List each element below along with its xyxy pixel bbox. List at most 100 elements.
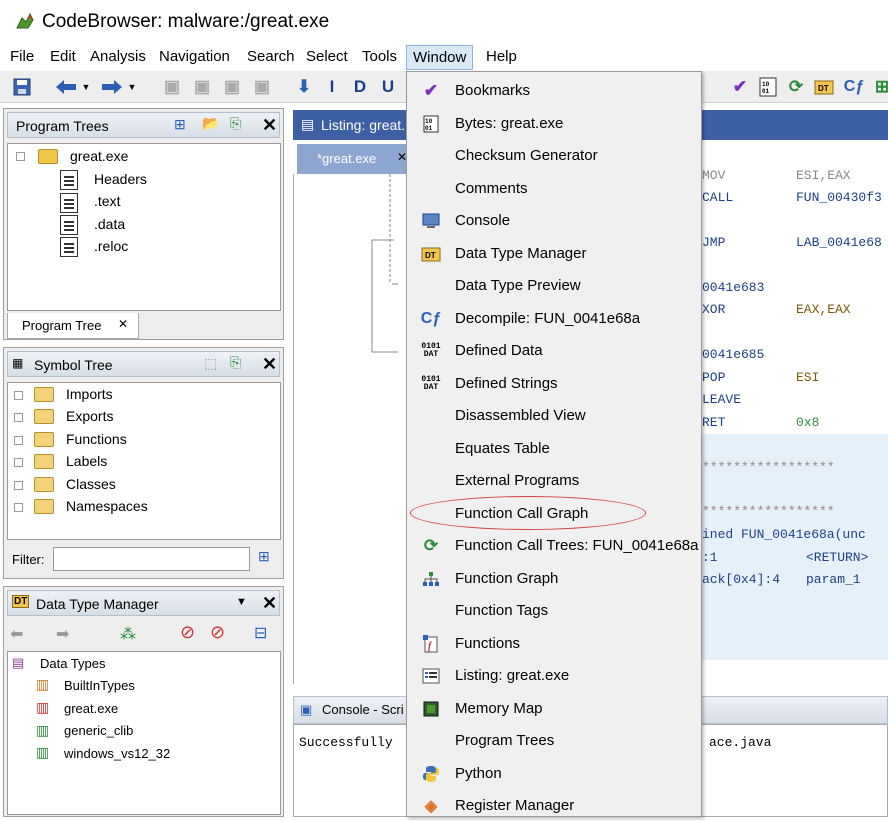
- menu-item-bytes[interactable]: 10 01 Bytes: great.exe: [407, 107, 701, 139]
- tab-great-exe[interactable]: *great.exe ✕: [297, 144, 409, 174]
- listing-line-6[interactable]: LEAVE: [702, 392, 741, 407]
- data-types-root[interactable]: Data Types: [40, 656, 106, 671]
- listing-line-4-operand[interactable]: EAX,EAX: [796, 302, 851, 317]
- collapse-toggle-icon[interactable]: [16, 152, 25, 161]
- menu-item-disassembled-view[interactable]: Disassembled View: [407, 399, 701, 431]
- menu-item-decompile[interactable]: Cƒ Decompile: FUN_0041e68a: [407, 302, 701, 334]
- listing-line-7[interactable]: RET: [702, 415, 725, 430]
- menu-help[interactable]: Help: [484, 48, 519, 65]
- symbol-exports[interactable]: Exports: [66, 408, 113, 424]
- bytes-icon[interactable]: 10 01: [756, 75, 780, 99]
- listing-param-storage[interactable]: ack[0x4]:4: [702, 572, 780, 587]
- menu-item-register-manager[interactable]: ◈ Register Manager: [407, 789, 701, 821]
- menu-item-program-trees[interactable]: Program Trees: [407, 724, 701, 756]
- close-icon[interactable]: ✕: [262, 115, 277, 136]
- tab-close-icon[interactable]: ✕: [118, 317, 128, 331]
- menu-file[interactable]: File: [8, 48, 36, 65]
- nav-label-icon[interactable]: ▣: [250, 75, 274, 99]
- menu-item-comments[interactable]: Comments: [407, 172, 701, 204]
- listing-function-signature[interactable]: ined FUN_0041e68a(unc: [702, 527, 866, 542]
- forward-arrow-icon[interactable]: ➡: [56, 624, 69, 644]
- menu-item-console[interactable]: Console: [407, 204, 701, 236]
- dt-windows-vs12-32[interactable]: windows_vs12_32: [64, 746, 170, 761]
- dt-great-exe[interactable]: great.exe: [64, 701, 118, 716]
- nav-instruction-icon[interactable]: ▣: [190, 75, 214, 99]
- menu-window[interactable]: Window: [406, 45, 474, 70]
- symbol-labels[interactable]: Labels: [66, 453, 107, 469]
- menu-search[interactable]: Search: [245, 48, 297, 65]
- clear-code-button[interactable]: U: [376, 75, 400, 99]
- menu-item-memory-map[interactable]: Memory Map: [407, 692, 701, 724]
- copy-icon[interactable]: ⎘: [230, 115, 241, 132]
- menu-tools[interactable]: Tools: [360, 48, 399, 65]
- decompile-icon[interactable]: Cƒ: [842, 75, 866, 99]
- menu-select[interactable]: Select: [304, 48, 350, 65]
- disassemble-button[interactable]: I: [320, 75, 344, 99]
- close-icon[interactable]: ✕: [262, 593, 277, 614]
- menu-dropdown-icon[interactable]: ▼: [236, 596, 247, 608]
- filter-input[interactable]: [53, 547, 250, 571]
- expand-toggle-icon[interactable]: [14, 481, 23, 490]
- menu-item-listing[interactable]: Listing: great.exe: [407, 659, 701, 691]
- down-arrow-icon[interactable]: ⬇: [292, 75, 316, 99]
- listing-line-2[interactable]: CALL: [702, 190, 733, 205]
- bookmark-check-icon[interactable]: ✔: [728, 75, 752, 99]
- listing-return-storage[interactable]: :1: [702, 550, 718, 565]
- close-icon[interactable]: ✕: [262, 354, 277, 375]
- back-arrow-icon[interactable]: [54, 75, 78, 99]
- expand-toggle-icon[interactable]: [14, 458, 23, 467]
- tree-root-great-exe[interactable]: great.exe: [70, 148, 128, 164]
- listing-line-5[interactable]: POP: [702, 370, 725, 385]
- tree-icon[interactable]: ⁂: [120, 624, 136, 644]
- back-dropdown-icon[interactable]: ▼: [80, 75, 92, 99]
- forward-arrow-icon[interactable]: [100, 75, 124, 99]
- filter-icon[interactable]: ⊘: [180, 622, 195, 643]
- dt-builtin-types[interactable]: BuiltInTypes: [64, 678, 135, 693]
- nav-undefined-icon[interactable]: ▣: [220, 75, 244, 99]
- menu-item-function-graph[interactable]: Function Graph: [407, 562, 701, 594]
- symbol-imports[interactable]: Imports: [66, 386, 113, 402]
- tree-item-text[interactable]: .text: [94, 193, 120, 209]
- copy-icon[interactable]: ⎘: [230, 354, 241, 371]
- expand-toggle-icon[interactable]: [14, 391, 23, 400]
- menu-item-data-type-preview[interactable]: Data Type Preview: [407, 269, 701, 301]
- listing-line-1[interactable]: MOV: [702, 168, 725, 183]
- data-type-icon[interactable]: DT: [812, 75, 836, 99]
- symbol-classes[interactable]: Classes: [66, 476, 116, 492]
- listing-return-label[interactable]: <RETURN>: [806, 550, 868, 565]
- menu-navigation[interactable]: Navigation: [157, 48, 232, 65]
- menu-item-functions[interactable]: f Functions: [407, 627, 701, 659]
- new-symbol-icon[interactable]: ⬚: [204, 355, 217, 372]
- menu-item-data-type-manager[interactable]: DT Data Type Manager: [407, 237, 701, 269]
- listing-line-7-operand[interactable]: 0x8: [796, 415, 819, 430]
- define-data-button[interactable]: D: [348, 75, 372, 99]
- menu-analysis[interactable]: Analysis: [88, 48, 148, 65]
- listing-line-3-operand[interactable]: LAB_0041e68: [796, 235, 882, 250]
- menu-item-equates-table[interactable]: Equates Table: [407, 432, 701, 464]
- menu-item-defined-data[interactable]: 0101 DAT Defined Data: [407, 334, 701, 366]
- listing-param-name[interactable]: param_1: [806, 572, 861, 587]
- function-graph-icon[interactable]: ⊞: [870, 75, 888, 99]
- menu-item-function-call-graph[interactable]: Function Call Graph: [407, 497, 701, 529]
- forward-dropdown-icon[interactable]: ▼: [126, 75, 138, 99]
- open-folder-icon[interactable]: 📂: [202, 115, 219, 132]
- symbol-namespaces[interactable]: Namespaces: [66, 498, 148, 514]
- filter-options-icon[interactable]: ⊞: [258, 548, 270, 565]
- menu-item-bookmarks[interactable]: ✔ Bookmarks: [407, 74, 701, 106]
- collapse-all-icon[interactable]: ⊟: [254, 623, 267, 643]
- tab-program-tree[interactable]: Program Tree ✕: [7, 313, 139, 339]
- listing-line-2-operand[interactable]: FUN_00430f3: [796, 190, 882, 205]
- new-tree-icon[interactable]: ⊞: [174, 116, 186, 133]
- call-trees-icon[interactable]: ⟳: [784, 75, 808, 99]
- symbol-functions[interactable]: Functions: [66, 431, 127, 447]
- save-icon[interactable]: [10, 75, 34, 99]
- menu-item-checksum-generator[interactable]: Checksum Generator: [407, 139, 701, 171]
- listing-line-3[interactable]: JMP: [702, 235, 725, 250]
- dt-generic-clib[interactable]: generic_clib: [64, 723, 133, 738]
- expand-toggle-icon[interactable]: [14, 436, 23, 445]
- tree-item-reloc[interactable]: .reloc: [94, 238, 128, 254]
- nav-data-icon[interactable]: ▣: [160, 75, 184, 99]
- listing-line-4[interactable]: XOR: [702, 302, 725, 317]
- menu-edit[interactable]: Edit: [48, 48, 78, 65]
- tree-item-data[interactable]: .data: [94, 216, 125, 232]
